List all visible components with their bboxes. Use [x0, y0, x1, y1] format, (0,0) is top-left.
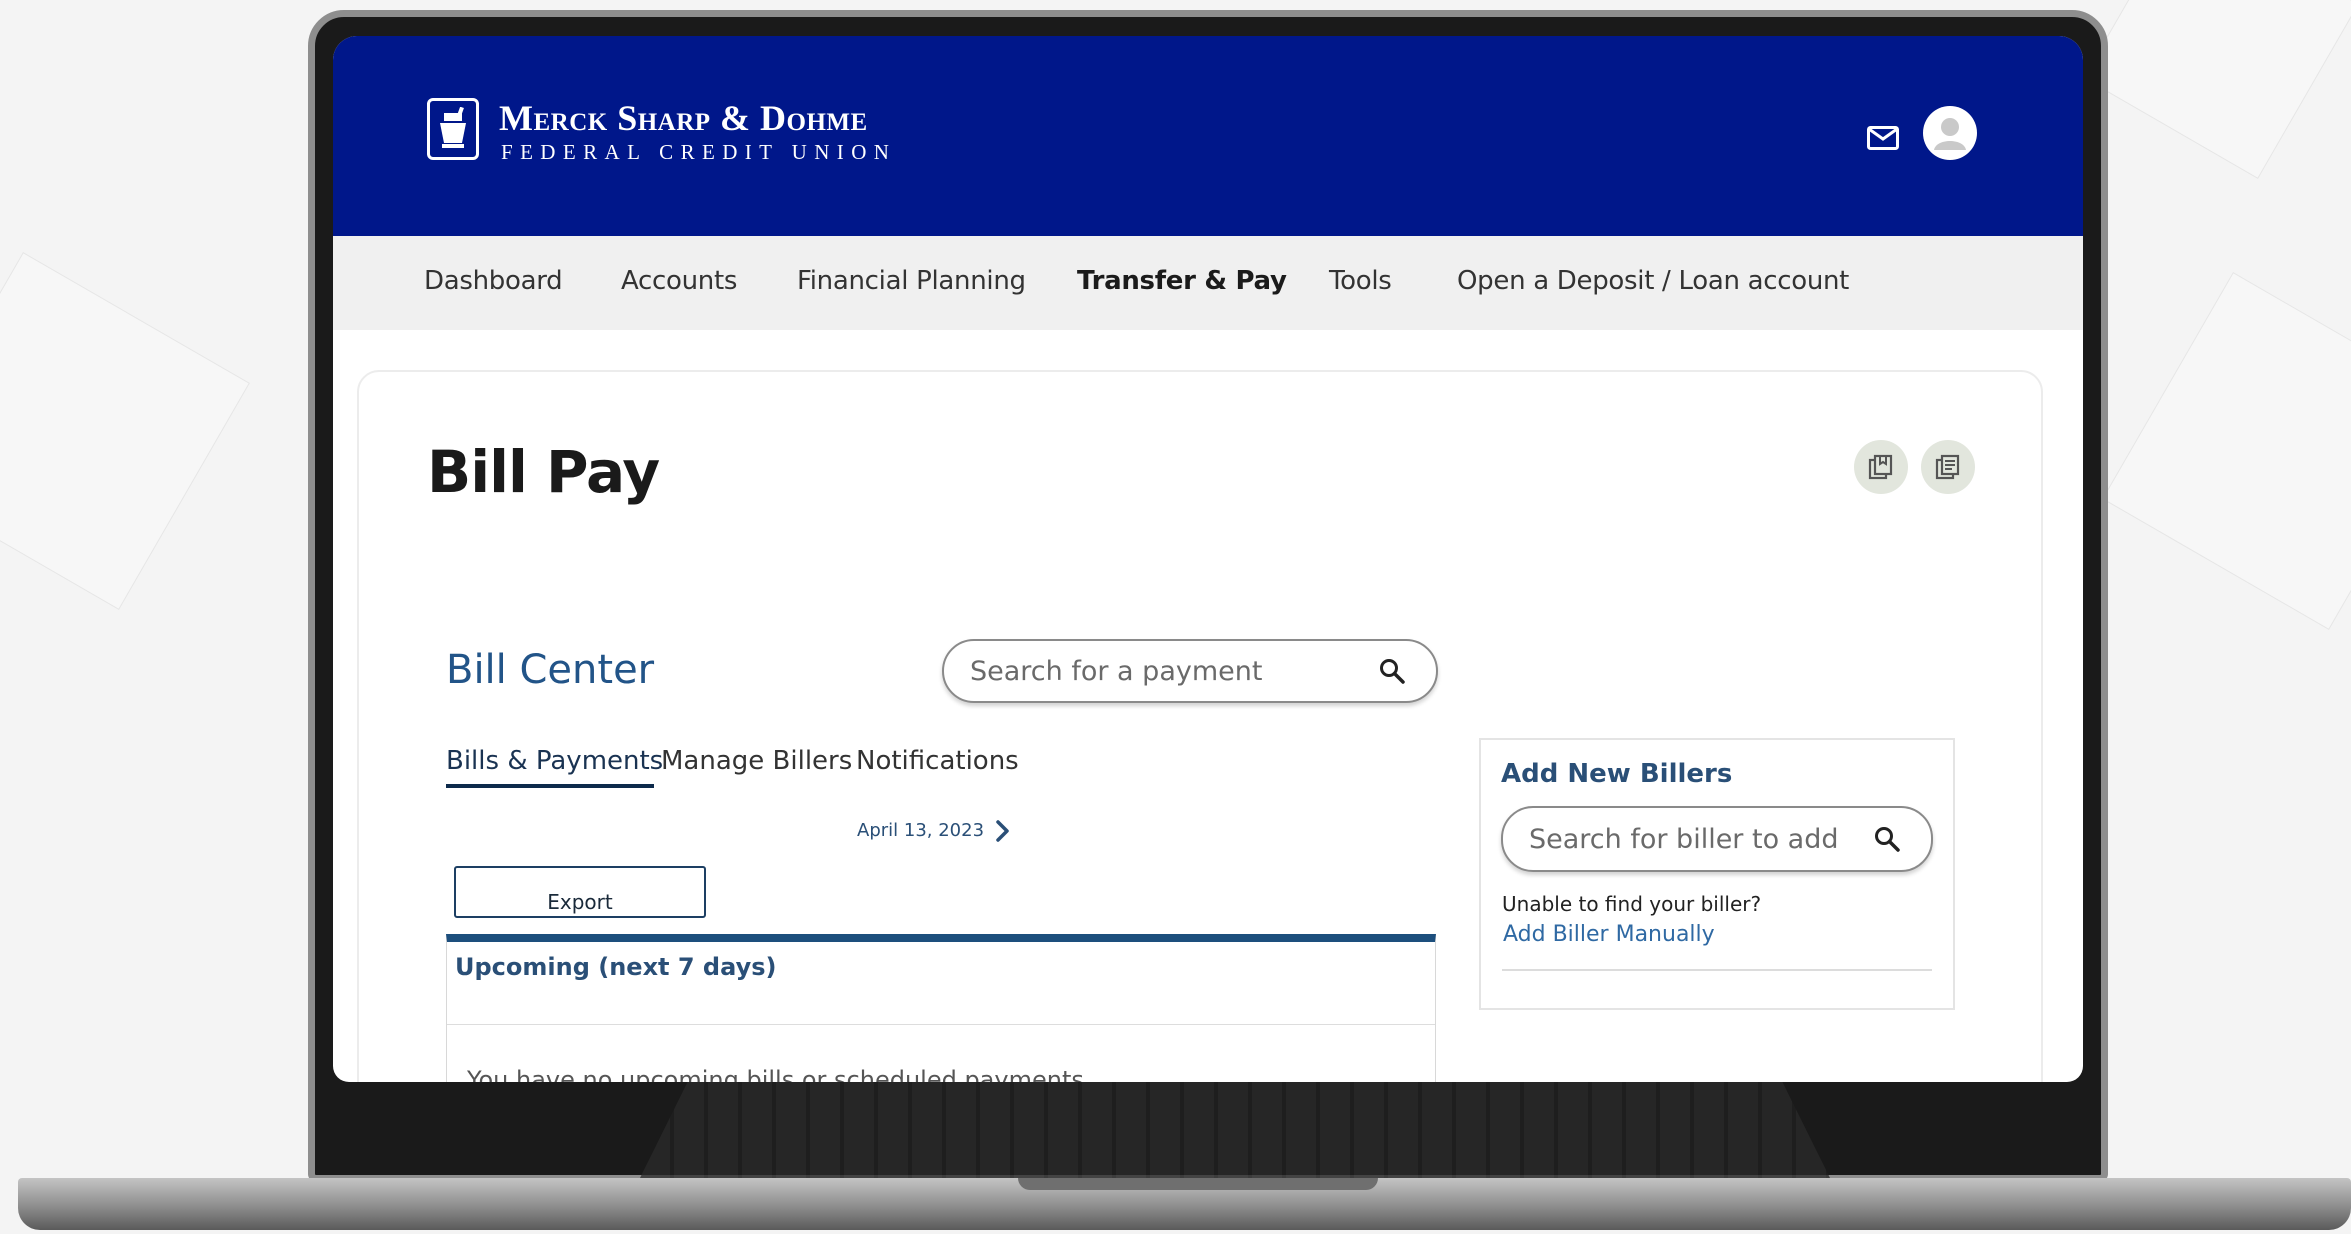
export-button[interactable]: Export	[454, 866, 706, 918]
search-icon[interactable]	[1873, 825, 1901, 853]
add-biller-manually-link[interactable]: Add Biller Manually	[1503, 922, 1715, 947]
date-label: April 13, 2023	[857, 820, 985, 841]
screen: Merck Sharp & Dohme FEDERAL CREDIT UNION…	[333, 36, 2083, 1082]
biller-search	[1501, 806, 1933, 872]
brand-name: Merck Sharp & Dohme	[499, 98, 868, 138]
active-tab-indicator	[446, 784, 654, 788]
payment-search-input[interactable]	[970, 641, 1339, 701]
tab-bills-payments[interactable]: Bills & Payments	[446, 746, 663, 776]
biller-search-input[interactable]	[1529, 808, 1850, 870]
brand-logo[interactable]: Merck Sharp & Dohme FEDERAL CREDIT UNION	[427, 98, 889, 178]
bill-center-title: Bill Center	[446, 647, 655, 693]
mortar-pestle-icon	[427, 98, 479, 160]
add-billers-title: Add New Billers	[1501, 759, 1733, 789]
site-header: Merck Sharp & Dohme FEDERAL CREDIT UNION	[333, 36, 2083, 236]
nav-item-tools[interactable]: Tools	[1329, 266, 1392, 296]
bookmark-icon	[1868, 454, 1893, 480]
print-button[interactable]	[1921, 440, 1975, 494]
nav-item-transfer-pay[interactable]: Transfer & Pay	[1077, 266, 1287, 296]
tab-notifications[interactable]: Notifications	[856, 746, 1019, 776]
background-hexagon	[2102, 272, 2351, 630]
main-nav: Dashboard Accounts Financial Planning Tr…	[333, 236, 2083, 330]
laptop-notch	[1018, 1178, 1378, 1190]
divider	[1502, 969, 1932, 971]
biller-help-text: Unable to find your biller?	[1502, 892, 1762, 916]
keyboard-reflection	[640, 1082, 1830, 1178]
print-icon	[1935, 454, 1960, 480]
empty-message: You have no upcoming bills or scheduled …	[467, 1066, 1084, 1082]
user-avatar[interactable]	[1923, 106, 1977, 160]
background-hexagon	[2083, 0, 2351, 179]
nav-item-open-account[interactable]: Open a Deposit / Loan account	[1457, 266, 1849, 296]
tab-manage-billers[interactable]: Manage Billers	[661, 746, 852, 776]
bookmark-button[interactable]	[1854, 440, 1908, 494]
search-icon[interactable]	[1378, 657, 1406, 685]
nav-item-financial-planning[interactable]: Financial Planning	[797, 266, 1026, 296]
upcoming-title[interactable]: Upcoming (next 7 days)	[455, 953, 776, 981]
chevron-right-icon[interactable]	[991, 814, 1015, 848]
brand-subtitle: FEDERAL CREDIT UNION	[501, 140, 897, 164]
nav-item-dashboard[interactable]: Dashboard	[424, 266, 563, 296]
divider	[447, 1024, 1435, 1025]
mail-icon[interactable]	[1865, 120, 1901, 156]
background-hexagon	[0, 252, 250, 610]
nav-item-accounts[interactable]: Accounts	[621, 266, 737, 296]
page-title: Bill Pay	[427, 438, 660, 506]
user-icon	[1934, 118, 1966, 150]
payment-search	[942, 639, 1438, 703]
